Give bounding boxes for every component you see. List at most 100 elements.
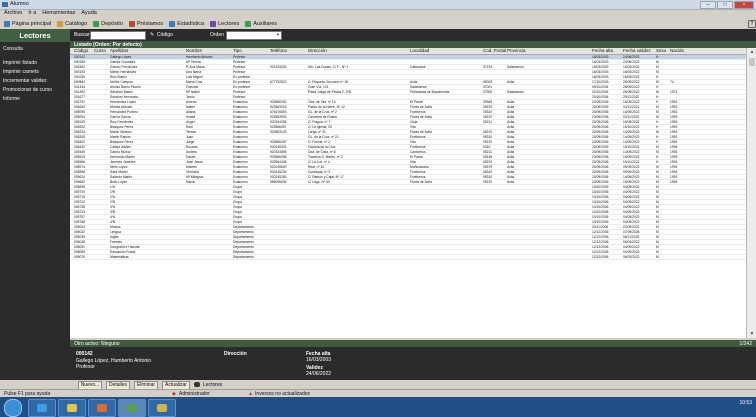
column-header[interactable]: Fecha validez [623,48,651,53]
table-cell: 923564408 [270,160,287,164]
table-cell: Andrea [186,150,197,154]
table-cell: 24/06/2022 [623,60,640,64]
table-cell: 28/09/2022 [623,80,640,84]
table-cell: Ávila [410,80,418,84]
table-cell: 10/10/2006 [592,210,609,214]
table-cell: Flores de Ávila [410,130,432,134]
column-header[interactable]: Código [74,48,88,53]
close-button[interactable]: × [734,1,754,9]
column-header[interactable]: Tipo [233,48,242,53]
column-header[interactable]: Apellidos [110,48,128,53]
scroll-thumb[interactable] [749,58,755,66]
toolbar-stats-button[interactable]: Estadística [169,20,204,27]
table-cell: 005045 [74,240,86,244]
table-cell: Ávila [507,180,515,184]
search-input[interactable] [90,31,146,40]
table-cell: H [656,125,659,129]
toolbar-catalog-button[interactable]: Catálogo [57,20,87,27]
table-cell: H [656,95,659,99]
start-button[interactable] [4,399,22,417]
table-cell: 20/10/2004 [592,90,609,94]
table-cell: Ávila [507,150,515,154]
vertical-scrollbar[interactable]: ▲ ▼ [746,48,756,338]
table-cell: M [656,80,659,84]
taskbar-app[interactable] [118,399,146,417]
table-cell: GL. de la Cruz, nº 21 [308,135,339,139]
table-cell: 10/10/2006 [592,190,609,194]
table-cell: Ávila [507,130,515,134]
sidebar-item-informe[interactable]: Informe [3,96,20,102]
sidebar-item-imprimir-carnets[interactable]: Imprimir carnets [3,69,39,75]
table-cell: Mª Milagros [186,175,204,179]
menu-herramientas[interactable]: Herramientas [42,10,75,18]
table-cell: M [656,215,659,219]
sidebar-item-promocionar[interactable]: Promocionar de curso [3,87,52,93]
sidebar-item-incrementar-validez[interactable]: Incrementar validez [3,78,47,84]
table-cell: 1994 [670,160,678,164]
help-icon[interactable]: ? [748,20,756,28]
table-cell: 2ºB [110,200,116,204]
internet-explorer-icon [37,404,47,412]
table-cell: Real, nº 42 [308,165,325,169]
column-header[interactable]: Cod. Postal [483,48,506,53]
column-header[interactable]: Provincia [507,48,526,53]
table-cell: Jesús [186,95,195,99]
readers-label[interactable]: Lectores [203,382,222,388]
table-cell: 05370 [483,180,493,184]
abies-icon [127,404,137,412]
toolbar-readers-button[interactable]: Lectores [210,20,239,27]
table-cell: M [656,240,659,244]
column-header[interactable]: Dirección [308,48,327,53]
column-header[interactable]: Sexo [656,48,666,53]
column-header[interactable]: Curso [94,48,106,53]
toolbar-deposit-button[interactable]: Depósito [93,20,123,27]
table-cell: Profesor [233,65,246,69]
column-header[interactable]: Localidad [410,48,429,53]
table-cell: 05370 [483,160,493,164]
table-row[interactable]: 005076 Matemáticas Departamento 12/12/2006 0… [70,255,746,260]
sidebar-item-imprimir-listado[interactable]: Imprimir listado [3,60,37,66]
maximize-button[interactable]: □ [717,1,733,9]
table-cell: Departamento [233,235,254,239]
menu-archivo[interactable]: Archivo [4,10,22,18]
column-header[interactable]: Nombre [186,48,202,53]
table-cell: 20/09/2006 [592,180,609,184]
table-cell: 10/10/2006 [592,220,609,224]
column-header[interactable]: Nacido [670,48,684,53]
table-cell: 005699 [74,185,86,189]
table-cell: Hernández López [110,100,137,104]
table-cell: 12/12/2006 [592,245,609,249]
table-cell: 15/09/2022 [623,155,640,159]
table-cell: Exalumno [233,115,248,119]
toolbar-auxiliary-button[interactable]: Auxiliares [245,20,277,27]
table-cell: 923563103 [270,130,287,134]
toolbar-loans-button[interactable]: Préstamos [128,20,163,27]
column-header[interactable]: Teléfono [270,48,287,53]
table-cell: Departamento [233,245,254,249]
table-cell: M [656,130,659,134]
menu-ayuda[interactable]: Ayuda [81,10,97,18]
table-cell: 05310 [483,170,493,174]
table-cell: 10/10/2006 [592,195,609,199]
minimize-button[interactable]: – [700,1,716,9]
table-cell: Profesor [233,90,246,94]
table-cell: Lengua [110,230,122,234]
system-tray[interactable]: 10:53 [739,400,752,406]
taskbar-app[interactable] [148,399,176,417]
column-header[interactable]: Fecha alta [592,48,613,53]
taskbar-app[interactable] [58,399,86,417]
scroll-down-icon[interactable]: ▼ [747,330,756,338]
scroll-up-icon[interactable]: ▲ [747,48,756,56]
menu-ir-a[interactable]: Ir a [28,10,36,18]
table-cell: 20/09/2006 [592,125,609,129]
toolbar-home-button[interactable]: Página principal [4,20,51,27]
sidebar-item-consulta[interactable]: Consulta [3,46,23,52]
order-select[interactable]: ▼ [226,31,282,40]
table-cell: Profesor [233,55,246,59]
table-cell: Gonzalo [186,85,199,89]
taskbar: 10:53 [0,397,756,417]
table-cell: Plaza Juego de Pelota 2, 2ºB [308,90,351,94]
taskbar-app[interactable] [28,399,56,417]
taskbar-app[interactable] [88,399,116,417]
table-cell: 923566332 [270,100,287,104]
